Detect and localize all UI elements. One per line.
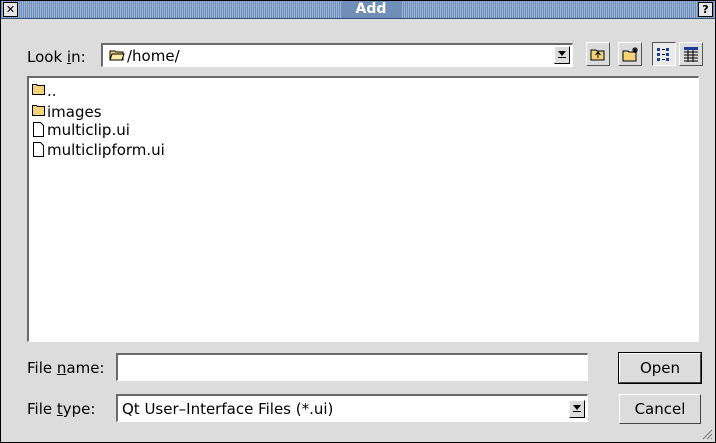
file-name-input[interactable]: [116, 353, 588, 381]
open-folder-icon: [109, 50, 125, 61]
look-in-dropdown-button[interactable]: [554, 46, 570, 64]
list-view-button[interactable]: [652, 42, 676, 66]
file-name-label: File name:: [27, 359, 105, 377]
look-in-combo[interactable]: /home/: [101, 43, 573, 67]
file-type-dropdown-button[interactable]: [569, 400, 585, 418]
chevron-down-icon: [558, 51, 566, 58]
list-view-icon: [657, 48, 669, 61]
parent-directory-button[interactable]: [586, 42, 610, 66]
close-button[interactable]: ✕: [3, 2, 18, 17]
add-dialog: ✕ Add ? Look in: /home/ .. images multic…: [0, 0, 716, 443]
folder-icon: [32, 84, 45, 95]
file-icon: [33, 122, 44, 137]
folder-icon: [32, 105, 45, 116]
open-button[interactable]: Open: [618, 352, 702, 384]
new-folder-button[interactable]: [618, 42, 642, 66]
help-icon: ?: [702, 3, 709, 16]
close-icon: ✕: [5, 3, 16, 16]
resize-grip-icon[interactable]: [701, 428, 713, 440]
chevron-down-icon: [573, 405, 581, 412]
file-type-value: Qt User–Interface Files (*.ui): [122, 400, 334, 418]
new-folder-icon: [622, 47, 638, 62]
help-button[interactable]: ?: [698, 2, 713, 17]
cancel-button[interactable]: Cancel: [619, 394, 701, 424]
file-type-label: File type:: [27, 400, 96, 418]
look-in-label: Look in:: [27, 48, 86, 66]
folder-up-icon: [590, 49, 605, 61]
window-title: Add: [341, 1, 401, 18]
look-in-path: /home/: [127, 47, 180, 65]
detail-view-button[interactable]: [679, 42, 703, 66]
file-icon: [33, 142, 44, 157]
title-bar[interactable]: ✕ Add ?: [1, 1, 715, 19]
file-type-combo[interactable]: Qt User–Interface Files (*.ui): [116, 394, 588, 422]
file-list[interactable]: .. images multiclip.ui multiclipform.ui: [27, 76, 699, 342]
detail-view-icon: [684, 47, 698, 62]
